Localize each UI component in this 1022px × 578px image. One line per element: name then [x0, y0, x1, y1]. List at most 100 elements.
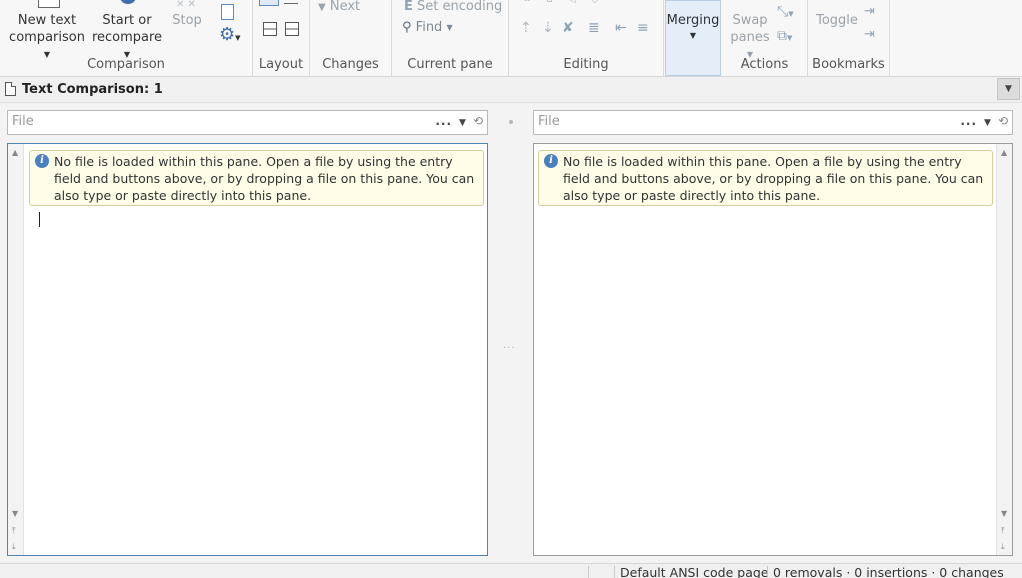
right-pane[interactable]: i No file is loaded within this pane. Op… [533, 143, 1013, 556]
outdent-icon[interactable]: ⇤ [615, 20, 627, 36]
group-current-pane: E Set encoding ⚲ Find ▼ Current pane [392, 0, 509, 76]
notice-text: No file is loaded within this pane. Open… [563, 154, 984, 203]
next-diff-icon[interactable]: ⤒ [1001, 527, 1005, 535]
group-editing: ∞ ⌂ ◁ ◇ ⇡ ⇣ ✘ ≣ ⇤ ≡ Editing [509, 0, 664, 76]
browse-button[interactable]: ... [960, 114, 977, 128]
right-vertical-scrollbar[interactable]: ▲ ▼ ⤒ ⤓ [996, 144, 1012, 555]
group-actions: Swap panes ▼ ⤡▼ ⧉▼ Actions [722, 0, 808, 76]
left-file-bar: ... ▼ ⟲ [7, 110, 488, 135]
scroll-down-icon[interactable]: ▼ [12, 510, 18, 518]
history-icon[interactable]: ⟲ [473, 114, 483, 128]
set-encoding-button[interactable]: E Set encoding [404, 0, 508, 15]
left-file-input[interactable] [12, 114, 412, 129]
layout-top-alt-icon[interactable] [284, 0, 298, 4]
status-code-page: Default ANSI code page [614, 566, 768, 578]
text-cursor [39, 212, 40, 227]
play-icon [120, 0, 136, 4]
bookmark-next-icon[interactable]: ⇥ [864, 27, 875, 42]
search-icon: ⚲ [402, 20, 412, 35]
group-comparison: New text comparison ▼ Start or recompare… [0, 0, 253, 76]
swap-panes-button[interactable]: Swap panes ▼ [726, 12, 774, 63]
left-file-tools: ... ▼ ⟲ [428, 114, 483, 128]
layout-horizontal-icon[interactable] [285, 22, 299, 36]
group-label-layout: Layout [258, 57, 304, 72]
encoding-icon: E [404, 0, 413, 14]
info-icon: i [544, 154, 558, 168]
move-up-icon[interactable]: ⇡ [520, 20, 532, 36]
set-encoding-label: Set encoding [417, 0, 503, 14]
empty-pane-notice: i No file is loaded within this pane. Op… [29, 150, 484, 206]
status-blank [588, 566, 614, 578]
swap-label-1: Swap [732, 13, 768, 28]
empty-pane-notice: i No file is loaded within this pane. Op… [538, 150, 993, 206]
new-text-label-2: comparison [9, 30, 85, 45]
toggle-bookmark-button[interactable]: Toggle [814, 12, 860, 29]
stop-label: Stop [172, 13, 202, 28]
right-file-input[interactable] [538, 114, 938, 129]
start-label-2: recompare [91, 30, 163, 45]
next-label: Next [329, 0, 361, 14]
merging-button[interactable]: Merging ▼ [665, 0, 721, 76]
move-down-icon[interactable]: ⇣ [542, 20, 554, 36]
splitter-grip[interactable]: ··· [503, 343, 516, 354]
dropdown-icon[interactable]: ▼ [984, 118, 991, 128]
delete-lines-icon[interactable]: ✘ [562, 20, 574, 36]
next-change-button[interactable]: ▼ Next [318, 0, 378, 16]
export-icon[interactable]: ⧉▼ [777, 28, 792, 44]
right-file-tools: ... ▼ ⟲ [953, 114, 1008, 128]
indent-icon[interactable]: ≡ [637, 20, 649, 36]
left-pane[interactable]: ▲ ▼ ⤒ ⤓ i No file is loaded within this … [7, 143, 488, 556]
tab-bar: Text Comparison: 1 ▼ [0, 77, 1022, 103]
new-document-icon [38, 0, 60, 8]
status-summary: 0 removals · 0 insertions · 0 changes [767, 566, 1004, 578]
align-icon[interactable]: ≣ [588, 20, 600, 36]
merging-label: Merging [666, 13, 720, 28]
scroll-up-icon[interactable]: ▲ [1001, 149, 1007, 157]
next-diff-icon[interactable]: ⤒ [12, 527, 16, 535]
chevron-down-icon: ▼ [1005, 84, 1012, 94]
group-changes: ▼ Next Changes [310, 0, 392, 76]
bookmark-prev-icon[interactable]: ⇥ [864, 4, 875, 19]
swap-label-2: panes [730, 30, 770, 45]
group-label-changes: Changes [322, 57, 379, 72]
layout-top-icon[interactable] [259, 0, 279, 6]
info-icon: i [35, 154, 49, 168]
chevron-down-icon: ▼ [446, 23, 453, 32]
toggle-label: Toggle [816, 13, 858, 28]
tab-title[interactable]: Text Comparison: 1 [22, 82, 163, 97]
stop-button[interactable]: ✕ ✕ Stop [167, 0, 207, 48]
arrow-down-icon: ▼ [318, 2, 326, 13]
find-label: Find [415, 20, 443, 35]
dropdown-icon[interactable]: ▼ [459, 118, 466, 128]
group-bookmarks: Toggle ⇥ ⇥ Bookmarks [808, 0, 890, 76]
start-label-1: Start or [102, 13, 152, 28]
status-bar: Default ANSI code page 0 removals · 0 in… [0, 563, 1022, 578]
start-recompare-button[interactable]: Start or recompare ▼ [89, 0, 165, 59]
ribbon: New text comparison ▼ Start or recompare… [0, 0, 1022, 77]
new-text-comparison-button[interactable]: New text comparison ▼ [5, 0, 89, 59]
new-text-label-1: New text [17, 13, 77, 28]
gear-icon[interactable]: ⚙▼ [219, 26, 241, 47]
chevron-down-icon: ▼ [689, 31, 697, 40]
browse-button[interactable]: ... [435, 114, 452, 128]
group-label-comparison: Comparison [87, 57, 165, 72]
left-gutter: ▲ ▼ ⤒ ⤓ [8, 144, 24, 555]
document-options-icon[interactable] [221, 4, 234, 20]
document-icon [5, 82, 16, 96]
right-file-bar: ... ▼ ⟲ [533, 110, 1013, 135]
last-diff-icon[interactable]: ⤓ [12, 543, 16, 551]
swap-arrows-icon[interactable]: ⤡▼ [777, 4, 794, 20]
scroll-down-icon[interactable]: ▼ [1001, 510, 1007, 518]
last-diff-icon[interactable]: ⤓ [1001, 543, 1005, 551]
group-label-editing: Editing [563, 57, 609, 72]
notice-text: No file is loaded within this pane. Open… [54, 154, 475, 203]
find-button[interactable]: ⚲ Find ▼ [402, 19, 472, 36]
history-icon[interactable]: ⟲ [998, 114, 1008, 128]
tab-list-button[interactable]: ▼ [997, 78, 1020, 100]
group-layout: Layout [253, 0, 310, 76]
editing-toprow-icons: ∞ ⌂ ◁ ◇ [523, 0, 605, 5]
group-label-actions: Actions [740, 57, 789, 72]
layout-vertical-icon[interactable] [263, 22, 277, 36]
splitter-dot [509, 120, 513, 124]
scroll-up-icon[interactable]: ▲ [12, 149, 18, 157]
